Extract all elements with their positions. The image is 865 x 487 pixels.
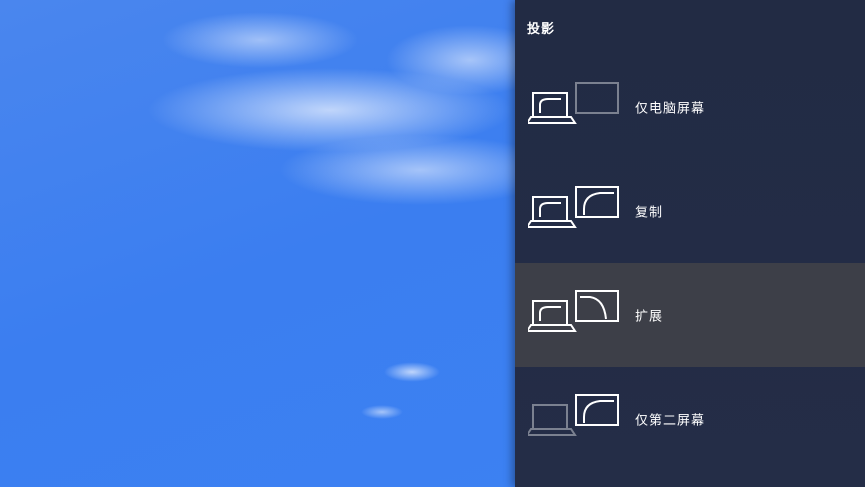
project-panel: 投影 仅电脑屏幕 复制 扩展 仅第二屏幕 xyxy=(515,0,865,487)
option-second-screen-only[interactable]: 仅第二屏幕 xyxy=(515,367,865,471)
option-pc-screen-only[interactable]: 仅电脑屏幕 xyxy=(515,55,865,159)
option-extend[interactable]: 扩展 xyxy=(515,263,865,367)
panel-title: 投影 xyxy=(527,22,556,37)
option-label: 复制 xyxy=(635,205,664,221)
option-label: 扩展 xyxy=(635,309,664,325)
option-duplicate[interactable]: 复制 xyxy=(515,159,865,263)
option-label: 仅第二屏幕 xyxy=(635,413,706,429)
duplicate-icon xyxy=(528,186,619,228)
option-label: 仅电脑屏幕 xyxy=(635,101,706,117)
pc-screen-only-icon xyxy=(528,82,619,124)
second-screen-only-icon xyxy=(528,394,619,436)
screen: 投影 仅电脑屏幕 复制 扩展 仅第二屏幕 xyxy=(0,0,865,487)
extend-icon xyxy=(528,290,619,332)
